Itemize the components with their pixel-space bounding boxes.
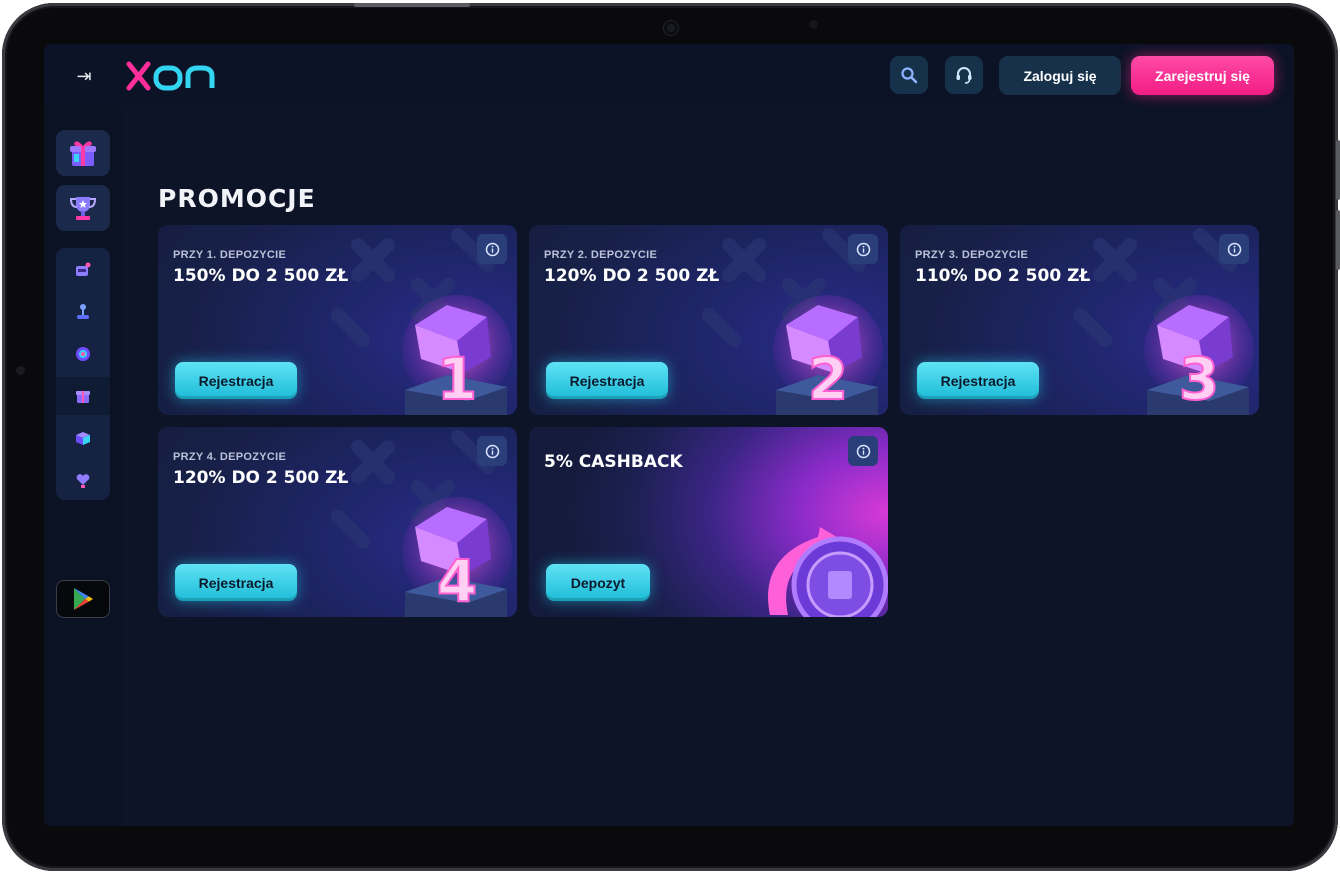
top-bar: ⇥ Zaloguj się Zarejestruj się bbox=[44, 44, 1294, 106]
promo-card[interactable]: PRZY 3. DEPOZYCIE 110% DO 2 500 ZŁ 3 Rej… bbox=[900, 225, 1259, 415]
front-camera bbox=[664, 21, 678, 35]
search-button[interactable] bbox=[890, 56, 928, 94]
info-button[interactable] bbox=[477, 436, 507, 466]
sidebar-item-bonuses[interactable] bbox=[56, 419, 110, 457]
menu-expand-icon[interactable]: ⇥ bbox=[72, 64, 96, 88]
trophy-icon bbox=[69, 197, 97, 220]
info-icon bbox=[485, 444, 499, 458]
cta-button[interactable]: Rejestracja bbox=[917, 362, 1039, 399]
promo-kicker: PRZY 2. DEPOZYCIE bbox=[544, 249, 658, 261]
deposit-button[interactable]: Depozyt bbox=[546, 564, 650, 601]
promo-card[interactable]: PRZY 1. DEPOZYCIE 150% DO 2 500 ZŁ 1 Rej… bbox=[158, 225, 517, 415]
sidebar-item-live-casino[interactable] bbox=[56, 335, 110, 373]
info-icon bbox=[856, 242, 870, 256]
login-button[interactable]: Zaloguj się bbox=[999, 56, 1121, 95]
card-digit: 1 bbox=[437, 345, 477, 413]
info-icon bbox=[856, 444, 870, 458]
promo-headline: 5% CASHBACK bbox=[544, 452, 683, 472]
google-play-tile[interactable] bbox=[56, 580, 110, 618]
sidebar-promotions-tile[interactable] bbox=[56, 130, 110, 176]
info-icon bbox=[1227, 242, 1241, 256]
power-button bbox=[354, 3, 470, 7]
box-icon bbox=[76, 432, 90, 445]
main-content: PROMOCJE PRZY 1. DEPOZYCIE 150% DO 2 500… bbox=[122, 106, 1294, 826]
promo-headline: 120% DO 2 500 ZŁ bbox=[544, 266, 720, 286]
gift-small-icon bbox=[76, 391, 90, 403]
gift-box-1-illustration: 1 bbox=[402, 295, 512, 415]
promo-headline: 110% DO 2 500 ZŁ bbox=[915, 266, 1091, 286]
info-icon bbox=[485, 242, 499, 256]
promo-card-cashback[interactable]: 5% CASHBACK Depozyt bbox=[529, 427, 888, 617]
promo-kicker: PRZY 3. DEPOZYCIE bbox=[915, 249, 1029, 261]
sidebar-games-group bbox=[56, 248, 110, 500]
sidebar-item-slots[interactable] bbox=[56, 251, 110, 289]
card-digit: 3 bbox=[1179, 345, 1219, 413]
slot-machine-icon bbox=[76, 262, 91, 276]
info-button[interactable] bbox=[477, 234, 507, 264]
sidebar-tournaments-tile[interactable] bbox=[56, 185, 110, 231]
app-screen: ⇥ Zaloguj się Zarejestruj się PROMOCJE P… bbox=[44, 44, 1294, 826]
promo-kicker: PRZY 1. DEPOZYCIE bbox=[173, 249, 287, 261]
sidebar-item-promotions[interactable] bbox=[56, 377, 110, 415]
gift-box-2-illustration: 2 bbox=[773, 295, 883, 415]
gift-box-3-illustration: 3 bbox=[1144, 295, 1254, 415]
cta-button[interactable]: Rejestracja bbox=[175, 564, 297, 601]
promo-card[interactable]: PRZY 4. DEPOZYCIE 120% DO 2 500 ZŁ 4 Rej… bbox=[158, 427, 517, 617]
promo-headline: 120% DO 2 500 ZŁ bbox=[173, 468, 349, 488]
cashback-coin-illustration bbox=[768, 527, 888, 617]
card-digit: 4 bbox=[437, 547, 477, 615]
heart-trophy-icon bbox=[76, 474, 90, 488]
sidebar bbox=[44, 106, 122, 826]
support-button[interactable] bbox=[945, 56, 983, 94]
side-sensor bbox=[16, 366, 25, 375]
headset-icon bbox=[956, 67, 972, 84]
search-icon bbox=[901, 67, 918, 84]
card-digit: 2 bbox=[808, 345, 848, 413]
info-button[interactable] bbox=[1219, 234, 1249, 264]
cta-button[interactable]: Rejestracja bbox=[546, 362, 668, 399]
xon-logo[interactable] bbox=[126, 56, 226, 96]
light-sensor bbox=[809, 20, 818, 29]
promo-card[interactable]: PRZY 2. DEPOZYCIE 120% DO 2 500 ZŁ 2 Rej… bbox=[529, 225, 888, 415]
gift-icon bbox=[70, 141, 96, 166]
sidebar-item-vip[interactable] bbox=[56, 461, 110, 499]
google-play-icon bbox=[74, 588, 93, 610]
page-title: PROMOCJE bbox=[158, 184, 316, 213]
info-button[interactable] bbox=[848, 234, 878, 264]
sidebar-item-table-games[interactable] bbox=[56, 293, 110, 331]
register-button[interactable]: Zarejestruj się bbox=[1131, 56, 1274, 95]
volume-down-button bbox=[1336, 210, 1340, 270]
chip-icon bbox=[76, 347, 90, 361]
promo-kicker: PRZY 4. DEPOZYCIE bbox=[173, 451, 287, 463]
joystick-icon bbox=[77, 304, 89, 319]
volume-up-button bbox=[1336, 140, 1340, 200]
gift-box-4-illustration: 4 bbox=[402, 497, 512, 617]
promo-headline: 150% DO 2 500 ZŁ bbox=[173, 266, 349, 286]
info-button[interactable] bbox=[848, 436, 878, 466]
cta-button[interactable]: Rejestracja bbox=[175, 362, 297, 399]
